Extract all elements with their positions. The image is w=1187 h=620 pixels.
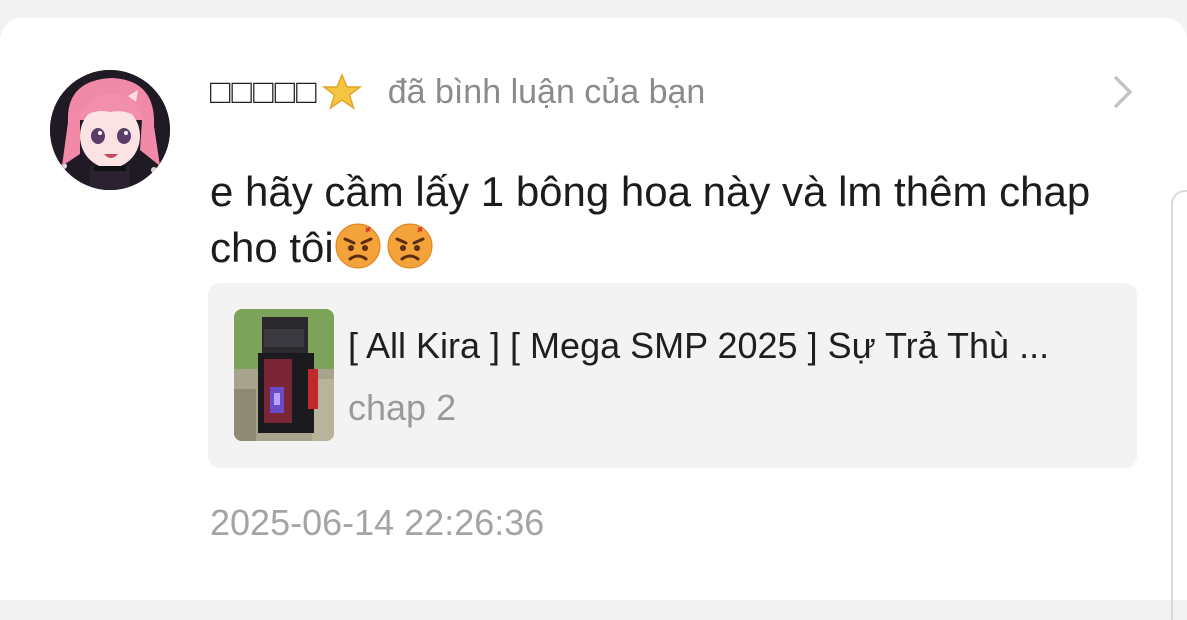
star-icon [321, 72, 362, 112]
story-thumbnail [234, 309, 334, 441]
avatar-image [50, 70, 170, 190]
edge-handle [1171, 190, 1187, 620]
chevron-right-icon[interactable] [1111, 74, 1135, 110]
angry-face-emoji [334, 222, 382, 270]
story-title[interactable]: [ All Kira ] [ Mega SMP 2025 ] Sự Trả Th… [348, 325, 1108, 367]
comment-body: e hãy cầm lấy 1 bông hoa này và lm thêm … [210, 164, 1110, 276]
angry-face-emoji [386, 222, 434, 270]
referenced-story-card[interactable]: [ All Kira ] [ Mega SMP 2025 ] Sự Trả Th… [208, 283, 1137, 468]
action-text: đã bình luận của bạn [387, 72, 706, 111]
username[interactable]: □□□□□ [210, 73, 318, 112]
timestamp: 2025-06-14 22:26:36 [210, 502, 545, 543]
story-chapter[interactable]: chap 2 [348, 387, 456, 429]
notification-header: □□□□□ đã bình luận của bạn [210, 70, 705, 114]
avatar[interactable] [50, 70, 170, 190]
notification-card[interactable]: □□□□□ đã bình luận của bạn e hãy cầm lấy… [0, 18, 1187, 620]
